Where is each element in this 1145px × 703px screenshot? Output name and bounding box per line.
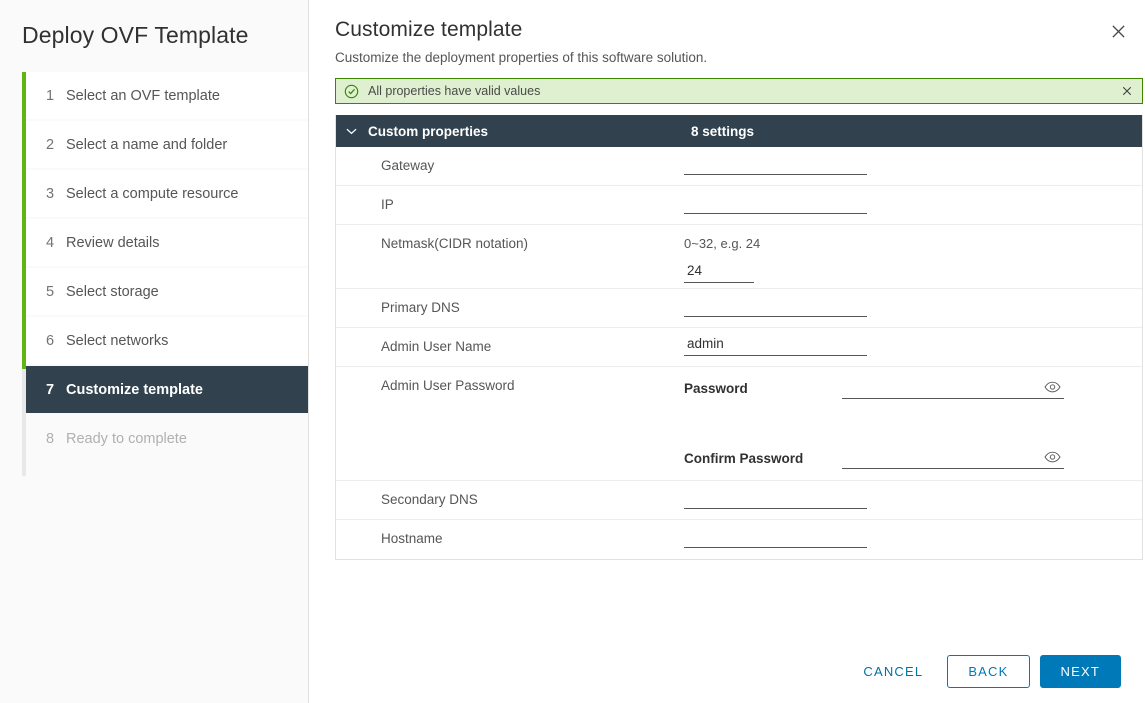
step-number: 6: [46, 332, 55, 349]
custom-properties-table: Custom properties 8 settings Gateway IP: [335, 115, 1143, 560]
wizard-sidebar: Deploy OVF Template 1 Select an OVF temp…: [0, 0, 309, 703]
page-title: Customize template: [335, 18, 523, 41]
step-label: Select an OVF template: [66, 87, 220, 104]
netmask-hint: 0~32, e.g. 24: [684, 236, 761, 251]
property-label: IP: [381, 197, 394, 212]
property-row-gateway: Gateway: [336, 147, 1142, 186]
wizard-title: Deploy OVF Template: [22, 22, 249, 48]
settings-count: 8 settings: [691, 123, 755, 139]
password-input[interactable]: [842, 379, 1042, 395]
step-label: Select a compute resource: [66, 185, 239, 202]
step-label: Ready to complete: [66, 430, 187, 447]
property-label: Primary DNS: [381, 300, 460, 315]
sidebar-step-customize-template[interactable]: 7 Customize template: [26, 366, 308, 413]
next-button[interactable]: NEXT: [1039, 655, 1121, 688]
sidebar-step-select-networks[interactable]: 6 Select networks: [26, 317, 308, 364]
property-label: Netmask(CIDR notation): [381, 236, 529, 251]
step-number: 4: [46, 234, 55, 251]
primary-dns-input[interactable]: [684, 295, 867, 317]
back-button[interactable]: BACK: [947, 655, 1030, 688]
step-label: Select storage: [66, 283, 159, 300]
sidebar-step-select-ovf-template[interactable]: 1 Select an OVF template: [26, 72, 308, 119]
confirm-password-input[interactable]: [842, 449, 1042, 465]
step-label: Select a name and folder: [66, 136, 228, 153]
chevron-down-icon[interactable]: [346, 127, 368, 135]
confirm-password-field-group: Confirm Password: [684, 446, 1142, 469]
sidebar-step-select-compute-resource[interactable]: 3 Select a compute resource: [26, 170, 308, 217]
banner-close-icon[interactable]: [1118, 82, 1136, 100]
step-label: Select networks: [66, 332, 169, 349]
secondary-dns-input[interactable]: [684, 487, 867, 509]
step-number: 1: [46, 87, 55, 104]
property-row-admin-user-name: Admin User Name: [336, 328, 1142, 367]
step-number: 2: [46, 136, 55, 153]
hostname-input[interactable]: [684, 526, 867, 548]
password-sublabel: Password: [684, 381, 748, 396]
step-number: 7: [46, 381, 55, 398]
step-number: 8: [46, 430, 55, 447]
sidebar-step-select-storage[interactable]: 5 Select storage: [26, 268, 308, 315]
close-icon[interactable]: [1105, 18, 1131, 44]
cancel-button[interactable]: CANCEL: [849, 655, 937, 688]
wizard-steps: 1 Select an OVF template 2 Select a name…: [0, 72, 308, 476]
validation-banner: All properties have valid values: [335, 78, 1143, 104]
wizard-footer: CANCEL BACK NEXT: [309, 640, 1145, 703]
step-label: Review details: [66, 234, 160, 251]
sidebar-step-ready-to-complete: 8 Ready to complete: [26, 415, 308, 462]
step-label: Customize template: [66, 381, 203, 398]
check-circle-icon: [344, 84, 359, 99]
validation-banner-message: All properties have valid values: [368, 84, 541, 98]
property-row-netmask: Netmask(CIDR notation) 0~32, e.g. 24: [336, 225, 1142, 289]
property-row-secondary-dns: Secondary DNS: [336, 481, 1142, 520]
property-label: Admin User Password: [381, 378, 515, 393]
property-label: Hostname: [381, 531, 443, 546]
property-row-admin-user-password: Admin User Password Password Confirm Pas…: [336, 367, 1142, 481]
property-label: Admin User Name: [381, 339, 492, 354]
custom-properties-title: Custom properties: [368, 123, 489, 139]
ip-input[interactable]: [684, 192, 867, 214]
gateway-input[interactable]: [684, 153, 867, 175]
password-field-group: Password: [684, 376, 1142, 399]
custom-properties-header[interactable]: Custom properties 8 settings: [336, 115, 1142, 147]
property-label: Secondary DNS: [381, 492, 478, 507]
property-row-primary-dns: Primary DNS: [336, 289, 1142, 328]
property-label: Gateway: [381, 158, 435, 173]
eye-icon[interactable]: [1042, 448, 1062, 466]
property-row-hostname: Hostname: [336, 520, 1142, 559]
step-number: 5: [46, 283, 55, 300]
eye-icon[interactable]: [1042, 378, 1062, 396]
page-subtitle: Customize the deployment properties of t…: [335, 50, 708, 65]
confirm-password-sublabel: Confirm Password: [684, 451, 804, 466]
admin-user-name-input[interactable]: [684, 334, 867, 356]
deploy-ovf-template-wizard: Deploy OVF Template 1 Select an OVF temp…: [0, 0, 1145, 703]
step-number: 3: [46, 185, 55, 202]
sidebar-step-select-name-and-folder[interactable]: 2 Select a name and folder: [26, 121, 308, 168]
property-row-ip: IP: [336, 186, 1142, 225]
sidebar-step-review-details[interactable]: 4 Review details: [26, 219, 308, 266]
wizard-content: Customize template Customize the deploym…: [309, 0, 1145, 703]
netmask-input[interactable]: [684, 261, 754, 283]
